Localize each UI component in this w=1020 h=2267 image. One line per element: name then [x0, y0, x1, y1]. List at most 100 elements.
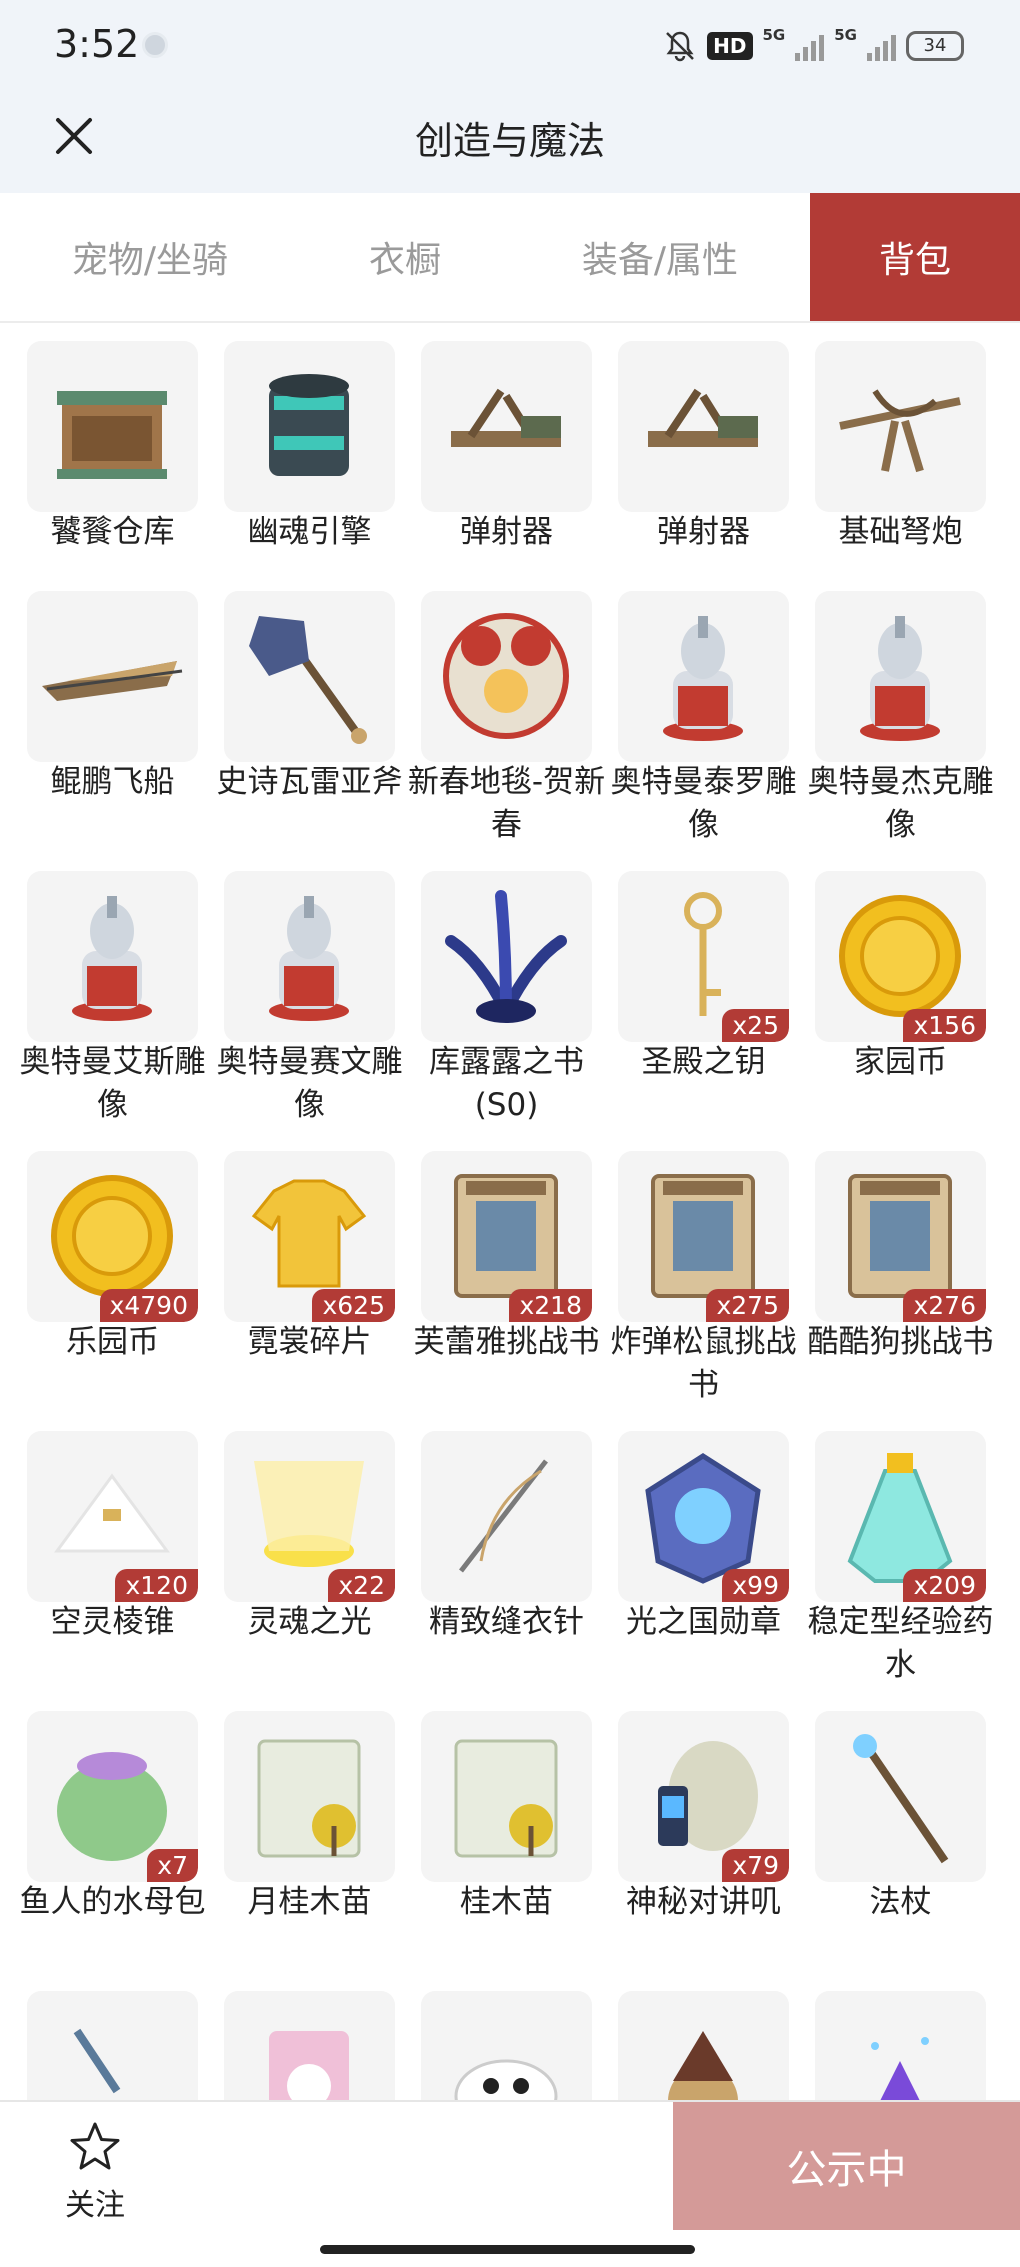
item-thumbnail — [815, 341, 986, 512]
statue-icon — [860, 616, 940, 741]
item-count-badge: x209 — [903, 1569, 986, 1602]
follow-button[interactable]: 关注 — [40, 2120, 150, 2230]
item-thumbnail: x275 — [618, 1151, 789, 1322]
backpack-item[interactable] — [618, 1973, 789, 2100]
backpack-item[interactable] — [224, 1973, 395, 2100]
tab-equipment-attributes[interactable]: 装备/属性 — [510, 193, 810, 321]
backpack-item[interactable]: 桂木苗 — [421, 1693, 592, 1963]
backpack-item[interactable]: 库露露之书(S0) — [421, 853, 592, 1123]
backpack-item[interactable]: x7 鱼人的水母包 — [20, 1693, 206, 1963]
item-thumbnail: x120 — [27, 1431, 198, 1602]
backpack-item[interactable]: x120 空灵棱锥 — [27, 1413, 198, 1683]
public-notice-button[interactable]: 公示中 — [673, 2102, 1020, 2230]
item-name: 新春地毯-贺新春 — [407, 764, 606, 843]
backpack-item[interactable]: x275 炸弹松鼠挑战书 — [611, 1133, 797, 1403]
item-thumbnail: x156 — [815, 871, 986, 1042]
item-thumbnail — [618, 591, 789, 762]
backpack-item[interactable]: x276 酷酷狗挑战书 — [808, 1133, 994, 1403]
item-name: 月桂木苗 — [247, 1884, 372, 1920]
backpack-item[interactable]: x79 神秘对讲叽 — [618, 1693, 789, 1963]
backpack-item[interactable]: 鲲鹏飞船 — [27, 573, 198, 843]
item-thumbnail: x625 — [224, 1151, 395, 1322]
statue-icon — [72, 896, 152, 1021]
item-thumbnail: x25 — [618, 871, 789, 1042]
item-name: 酷酷狗挑战书 — [807, 1324, 994, 1360]
backpack-item[interactable] — [27, 1973, 198, 2100]
backpack-item[interactable]: x99 光之国勋章 — [618, 1413, 789, 1683]
item-thumbnail — [421, 341, 592, 512]
item-thumbnail: x209 — [815, 1431, 986, 1602]
backpack-item[interactable]: x156 家园币 — [815, 853, 986, 1123]
item-name: 奥特曼艾斯雕像 — [19, 1044, 206, 1123]
backpack-item[interactable]: 饕餮仓库 — [27, 323, 198, 593]
backpack-item[interactable]: 奥特曼泰罗雕像 — [611, 573, 797, 843]
warehouse-icon — [57, 391, 167, 479]
item-name: 库露露之书(S0) — [429, 1044, 584, 1123]
backpack-item[interactable]: 弹射器 — [421, 323, 592, 593]
tab-backpack[interactable]: 背包 — [810, 193, 1020, 321]
item-count-badge: x79 — [722, 1849, 789, 1882]
hd-badge: HD — [707, 32, 753, 60]
tab-pets-mounts[interactable]: 宠物/坐骑 — [0, 193, 300, 321]
backpack-item[interactable]: 法杖 — [815, 1693, 986, 1963]
backpack-item[interactable]: x25 圣殿之钥 — [618, 853, 789, 1123]
network-label-2: 5G — [834, 26, 857, 44]
backpack-item[interactable]: 月桂木苗 — [224, 1693, 395, 1963]
catapult-icon — [451, 388, 561, 447]
home-indicator — [320, 2245, 695, 2254]
backpack-item[interactable]: 新春地毯-贺新春 — [408, 573, 605, 843]
backpack-item[interactable]: x218 芙蕾雅挑战书 — [414, 1133, 600, 1403]
backpack-item[interactable]: 精致缝衣针 — [421, 1413, 592, 1683]
item-name: 鱼人的水母包 — [19, 1884, 206, 1920]
item-name: 鲲鹏飞船 — [50, 764, 175, 800]
backpack-item[interactable]: x625 霓裳碎片 — [224, 1133, 395, 1403]
item-name: 精致缝衣针 — [429, 1604, 584, 1640]
item-name: 桂木苗 — [460, 1884, 553, 1920]
staff-icon — [853, 1734, 949, 1864]
item-name: 弹射器 — [657, 514, 750, 550]
wizard-icon — [668, 2031, 738, 2100]
backpack-item[interactable]: x22 灵魂之光 — [224, 1413, 395, 1683]
backpack-item[interactable]: 弹射器 — [618, 323, 789, 593]
backpack-item-grid: 饕餮仓库 幽魂引擎 弹射器 弹射器 基础弩炮 鲲鹏飞船 史诗瓦雷亚斧 新春地毯-贺新春 奥特曼泰… — [0, 323, 1020, 2100]
item-name: 炸弹松鼠挑战书 — [610, 1324, 797, 1403]
backpack-item[interactable]: x4790 乐园币 — [27, 1133, 198, 1403]
signal-icon-2 — [867, 31, 896, 61]
star-icon — [70, 2122, 120, 2170]
backpack-item[interactable]: 奥特曼赛文雕像 — [217, 853, 403, 1123]
item-count-badge: x120 — [115, 1569, 198, 1602]
item-thumbnail — [815, 591, 986, 762]
item-thumbnail — [27, 871, 198, 1042]
backpack-item[interactable] — [421, 1973, 592, 2100]
backpack-item[interactable]: 幽魂引擎 — [224, 323, 395, 593]
follow-label: 关注 — [65, 2188, 125, 2223]
status-icons: HD 5G 5G 34 — [663, 26, 964, 66]
backpack-item[interactable]: x209 稳定型经验药水 — [808, 1413, 994, 1683]
item-name: 圣殿之钥 — [641, 1044, 766, 1080]
item-name: 霓裳碎片 — [247, 1324, 372, 1360]
battery-icon: 34 — [906, 31, 964, 61]
tab-wardrobe[interactable]: 衣橱 — [300, 193, 510, 321]
backpack-item[interactable]: 基础弩炮 — [815, 323, 986, 593]
item-thumbnail: x4790 — [27, 1151, 198, 1322]
backpack-item[interactable]: 奥特曼艾斯雕像 — [20, 853, 206, 1123]
backpack-item[interactable]: 史诗瓦雷亚斧 — [217, 573, 403, 843]
status-bar: 3:52 HD 5G 5G 34 — [0, 0, 1020, 90]
seed-packet-icon — [257, 1739, 361, 1858]
item-thumbnail — [224, 1991, 395, 2100]
backpack-item[interactable]: 奥特曼杰克雕像 — [808, 573, 994, 843]
item-count-badge: x25 — [722, 1009, 789, 1042]
engine-icon — [269, 374, 349, 476]
item-count-badge: x218 — [509, 1289, 592, 1322]
item-thumbnail — [224, 1711, 395, 1882]
item-count-badge: x7 — [147, 1849, 198, 1882]
item-thumbnail — [224, 591, 395, 762]
backpack-item[interactable] — [815, 1973, 986, 2100]
item-thumbnail — [421, 591, 592, 762]
catapult-icon — [648, 388, 758, 447]
page-title: 创造与魔法 — [414, 119, 605, 163]
item-name: 灵魂之光 — [247, 1604, 372, 1640]
item-thumbnail: x276 — [815, 1151, 986, 1322]
mute-bell-icon — [666, 31, 695, 62]
item-name: 基础弩炮 — [838, 514, 963, 550]
